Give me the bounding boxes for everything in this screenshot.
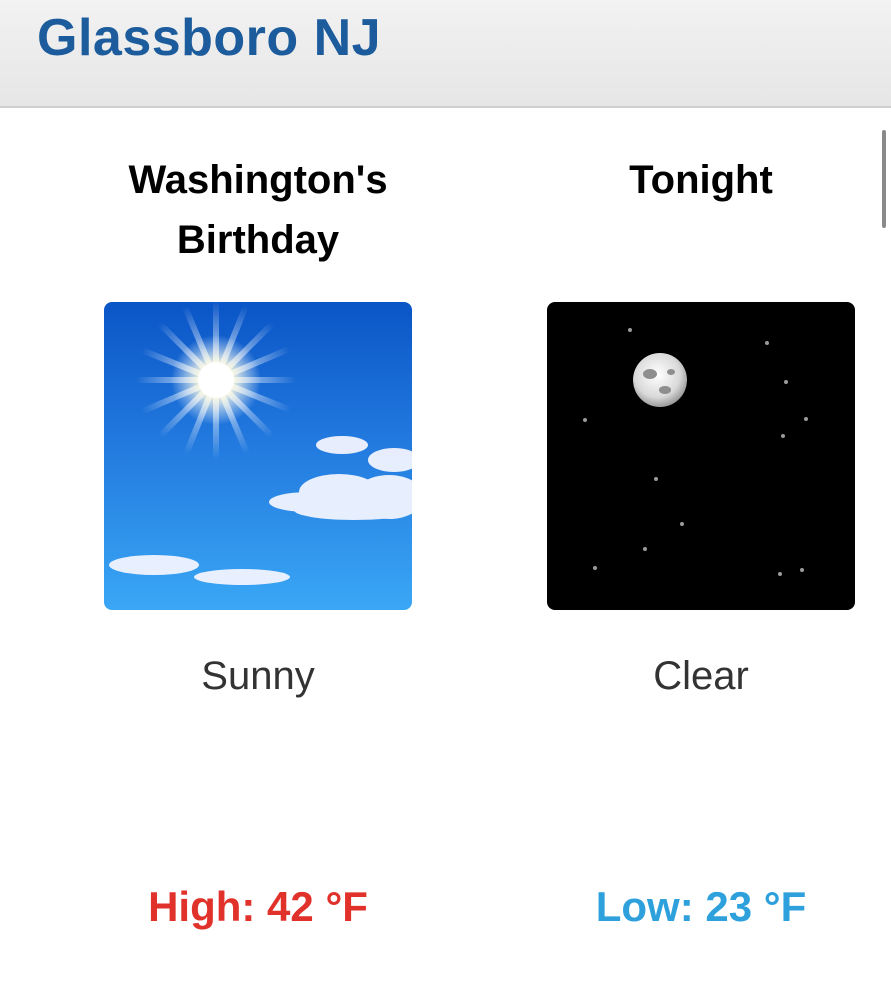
forecast-period-night[interactable]: Tonight Clear [546,150,856,700]
forecast-period-day[interactable]: Washington's Birthday Sunny [103,150,413,700]
period-name: Washington's Birthday [128,158,388,262]
period-name: Tonight [629,158,773,202]
sunny-sky-icon [104,302,412,610]
page-header: Glassboro NJ [0,0,891,108]
short-description: Sunny [201,654,315,698]
clear-night-moon-icon [547,302,855,610]
location-title: Glassboro NJ [37,9,382,67]
short-description: Clear [653,654,749,698]
temp-low: Low: 23 °F [595,883,807,930]
temp-high: High: 42 °F [148,883,368,930]
scrollbar-thumb[interactable] [882,130,886,228]
